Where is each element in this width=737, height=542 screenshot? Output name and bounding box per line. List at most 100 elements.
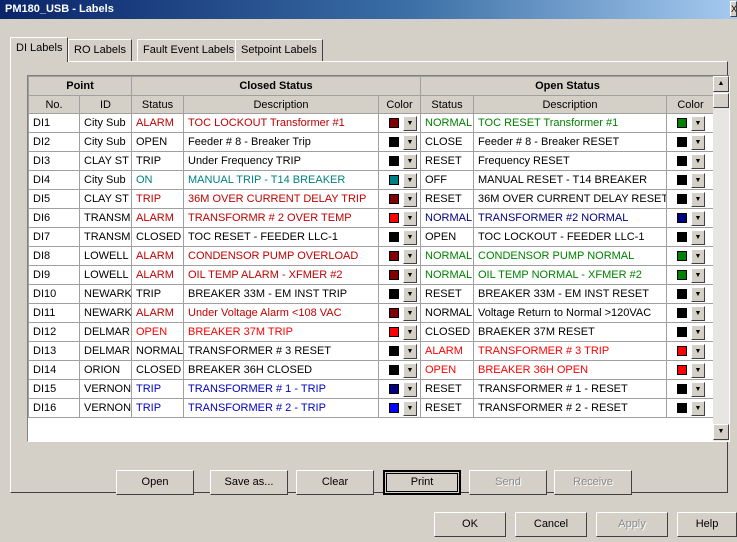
cell-no[interactable]: DI13 bbox=[28, 341, 80, 361]
cell-closed-description[interactable]: MANUAL TRIP - T14 BREAKER bbox=[183, 170, 379, 190]
chevron-down-icon[interactable]: ▼ bbox=[691, 153, 705, 169]
chevron-down-icon[interactable]: ▼ bbox=[403, 381, 417, 397]
chevron-down-icon[interactable]: ▼ bbox=[691, 210, 705, 226]
cell-open-color[interactable]: ▼ bbox=[665, 246, 716, 266]
column-header-open-status[interactable]: Status bbox=[420, 95, 474, 114]
chevron-down-icon[interactable]: ▼ bbox=[403, 343, 417, 359]
cell-id[interactable]: VERNON bbox=[79, 379, 132, 399]
cell-closed-color[interactable]: ▼ bbox=[378, 151, 421, 171]
chevron-down-icon[interactable]: ▼ bbox=[403, 267, 417, 283]
cell-open-description[interactable]: Feeder # 8 - Breaker RESET bbox=[473, 132, 667, 152]
scroll-down-icon[interactable]: ▼ bbox=[713, 424, 729, 440]
table-row[interactable]: DI9 LOWELL ALARM OIL TEMP ALARM - XFMER #2 ▼… bbox=[28, 265, 716, 285]
chevron-down-icon[interactable]: ▼ bbox=[691, 324, 705, 340]
table-row[interactable]: DI2 City Sub OPEN Feeder # 8 - Breaker Trip… bbox=[28, 132, 716, 152]
cell-closed-color[interactable]: ▼ bbox=[378, 208, 421, 228]
cell-id[interactable]: ORION bbox=[79, 360, 132, 380]
cell-closed-color[interactable]: ▼ bbox=[378, 265, 421, 285]
cell-closed-description[interactable]: BREAKER 37M TRIP bbox=[183, 322, 379, 342]
table-row[interactable]: DI14 ORION CLOSED BREAKER 36H CLOSED ▼ OPEN BR… bbox=[28, 360, 716, 380]
tab-di-labels[interactable]: DI Labels bbox=[10, 37, 69, 62]
cell-closed-description[interactable]: OIL TEMP ALARM - XFMER #2 bbox=[183, 265, 379, 285]
cell-open-color[interactable]: ▼ bbox=[665, 303, 716, 323]
chevron-down-icon[interactable]: ▼ bbox=[403, 191, 417, 207]
cell-closed-color[interactable]: ▼ bbox=[378, 398, 421, 418]
chevron-down-icon[interactable]: ▼ bbox=[403, 153, 417, 169]
cell-closed-status[interactable]: TRIP bbox=[131, 398, 184, 418]
cell-open-status[interactable]: RESET bbox=[420, 151, 474, 171]
table-row[interactable]: DI12 DELMAR OPEN BREAKER 37M TRIP ▼ CLOSED BRA… bbox=[28, 322, 716, 342]
save-as-button[interactable]: Save as... bbox=[210, 470, 288, 495]
cell-open-color[interactable]: ▼ bbox=[665, 341, 716, 361]
cell-closed-status[interactable]: ALARM bbox=[131, 113, 184, 133]
cell-open-status[interactable]: CLOSE bbox=[420, 132, 474, 152]
chevron-down-icon[interactable]: ▼ bbox=[691, 381, 705, 397]
cell-open-status[interactable]: OFF bbox=[420, 170, 474, 190]
scroll-up-icon[interactable]: ▲ bbox=[713, 76, 729, 92]
chevron-down-icon[interactable]: ▼ bbox=[691, 229, 705, 245]
cell-open-description[interactable]: TRANSFORMER # 3 TRIP bbox=[473, 341, 667, 361]
cell-id[interactable]: LOWELL bbox=[79, 246, 132, 266]
chevron-down-icon[interactable]: ▼ bbox=[403, 248, 417, 264]
receive-button[interactable]: Receive bbox=[554, 470, 632, 495]
chevron-down-icon[interactable]: ▼ bbox=[691, 362, 705, 378]
table-row[interactable]: DI8 LOWELL ALARM CONDENSOR PUMP OVERLOAD ▼ NO… bbox=[28, 246, 716, 266]
cell-open-description[interactable]: MANUAL RESET - T14 BREAKER bbox=[473, 170, 667, 190]
print-button[interactable]: Print bbox=[383, 470, 461, 495]
cell-closed-status[interactable]: TRIP bbox=[131, 151, 184, 171]
cell-closed-description[interactable]: TOC LOCKOUT Transformer #1 bbox=[183, 113, 379, 133]
cell-open-color[interactable]: ▼ bbox=[665, 189, 716, 209]
cell-closed-color[interactable]: ▼ bbox=[378, 360, 421, 380]
chevron-down-icon[interactable]: ▼ bbox=[691, 286, 705, 302]
tab-ro-labels[interactable]: RO Labels bbox=[68, 39, 132, 61]
cell-closed-description[interactable]: 36M OVER CURRENT DELAY TRIP bbox=[183, 189, 379, 209]
cell-id[interactable]: City Sub bbox=[79, 132, 132, 152]
cell-no[interactable]: DI3 bbox=[28, 151, 80, 171]
chevron-down-icon[interactable]: ▼ bbox=[403, 172, 417, 188]
cell-closed-description[interactable]: Under Frequency TRIP bbox=[183, 151, 379, 171]
chevron-down-icon[interactable]: ▼ bbox=[691, 115, 705, 131]
cell-open-description[interactable]: CONDENSOR PUMP NORMAL bbox=[473, 246, 667, 266]
cell-closed-color[interactable]: ▼ bbox=[378, 227, 421, 247]
cell-closed-description[interactable]: TRANSFORMR # 2 OVER TEMP bbox=[183, 208, 379, 228]
cell-open-description[interactable]: TOC RESET Transformer #1 bbox=[473, 113, 667, 133]
cell-closed-status[interactable]: NORMAL bbox=[131, 341, 184, 361]
cell-closed-color[interactable]: ▼ bbox=[378, 379, 421, 399]
cell-id[interactable]: City Sub bbox=[79, 170, 132, 190]
cell-closed-color[interactable]: ▼ bbox=[378, 246, 421, 266]
cell-closed-description[interactable]: Feeder # 8 - Breaker Trip bbox=[183, 132, 379, 152]
cell-no[interactable]: DI15 bbox=[28, 379, 80, 399]
cell-open-color[interactable]: ▼ bbox=[665, 151, 716, 171]
cell-closed-description[interactable]: BREAKER 36H CLOSED bbox=[183, 360, 379, 380]
cell-open-status[interactable]: NORMAL bbox=[420, 246, 474, 266]
cell-id[interactable]: DELMAR bbox=[79, 341, 132, 361]
chevron-down-icon[interactable]: ▼ bbox=[403, 286, 417, 302]
cell-id[interactable]: NEWARK bbox=[79, 284, 132, 304]
cell-open-color[interactable]: ▼ bbox=[665, 227, 716, 247]
cell-open-color[interactable]: ▼ bbox=[665, 132, 716, 152]
cell-open-status[interactable]: RESET bbox=[420, 398, 474, 418]
table-row[interactable]: DI13 DELMAR NORMAL TRANSFORMER # 3 RESET ▼ AL… bbox=[28, 341, 716, 361]
cell-open-color[interactable]: ▼ bbox=[665, 208, 716, 228]
cell-id[interactable]: CLAY ST bbox=[79, 189, 132, 209]
cell-no[interactable]: DI5 bbox=[28, 189, 80, 209]
cell-no[interactable]: DI2 bbox=[28, 132, 80, 152]
cell-closed-description[interactable]: TRANSFORMER # 2 - TRIP bbox=[183, 398, 379, 418]
cell-open-color[interactable]: ▼ bbox=[665, 113, 716, 133]
chevron-down-icon[interactable]: ▼ bbox=[403, 134, 417, 150]
cell-closed-color[interactable]: ▼ bbox=[378, 341, 421, 361]
cell-open-status[interactable]: RESET bbox=[420, 284, 474, 304]
cell-id[interactable]: City Sub bbox=[79, 113, 132, 133]
help-button[interactable]: Help bbox=[677, 512, 737, 537]
tab-fault-event-labels[interactable]: Fault Event Labels bbox=[137, 39, 241, 61]
chevron-down-icon[interactable]: ▼ bbox=[691, 400, 705, 416]
cell-closed-color[interactable]: ▼ bbox=[378, 303, 421, 323]
cell-closed-color[interactable]: ▼ bbox=[378, 189, 421, 209]
cell-id[interactable]: VERNON bbox=[79, 398, 132, 418]
send-button[interactable]: Send bbox=[469, 470, 547, 495]
cell-open-description[interactable]: TOC LOCKOUT - FEEDER LLC-1 bbox=[473, 227, 667, 247]
cell-closed-status[interactable]: TRIP bbox=[131, 379, 184, 399]
chevron-down-icon[interactable]: ▼ bbox=[403, 400, 417, 416]
cell-closed-description[interactable]: Under Voltage Alarm <108 VAC bbox=[183, 303, 379, 323]
chevron-down-icon[interactable]: ▼ bbox=[403, 115, 417, 131]
